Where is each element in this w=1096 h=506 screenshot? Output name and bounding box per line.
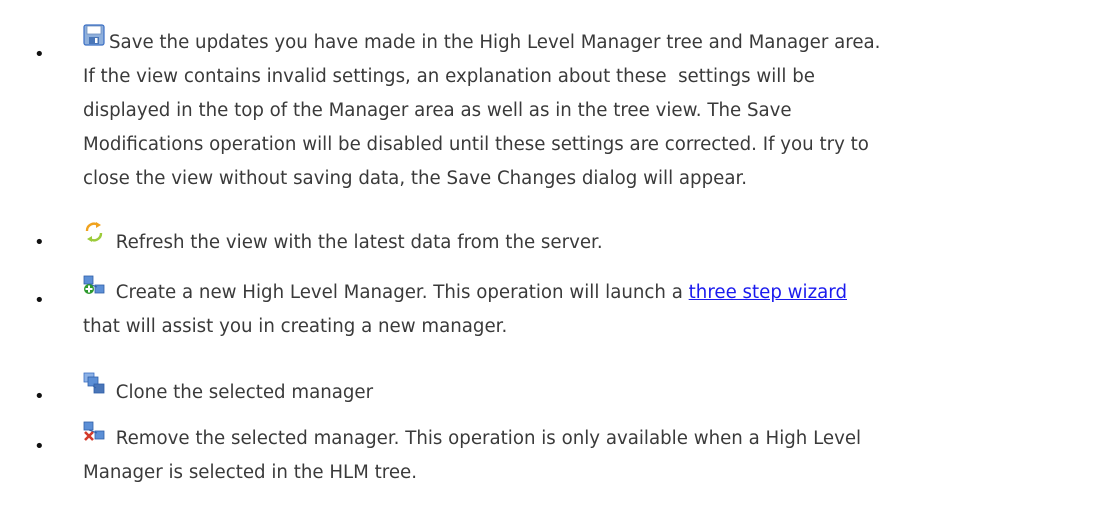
remove-manager-icon: [83, 420, 105, 442]
list-item-save: • Save the updates you have made in the …: [0, 24, 1096, 196]
list-item-remove: • Remove the selected manager. This oper…: [0, 418, 1096, 498]
remove-description-line-2: Manager is selected in the HLM tree.: [83, 462, 418, 483]
list-item-create: • Create a new High Level Manager. This …: [0, 272, 1096, 352]
refresh-description: Refresh the view with the latest data fr…: [115, 232, 603, 253]
save-description-rest: If the view contains invalid settings, a…: [83, 66, 869, 189]
create-description-before: Create a new High Level Manager. This op…: [115, 282, 689, 303]
remove-description-line-1: Remove the selected manager. This operat…: [115, 428, 862, 449]
clone-description: Clone the selected manager: [115, 382, 374, 403]
list-item-refresh: • Refresh the view with the latest data …: [0, 216, 1096, 256]
three-step-wizard-link[interactable]: three step wizard: [689, 282, 847, 303]
create-description-after: that will assist you in creating a new m…: [83, 316, 508, 337]
bullet: •: [34, 436, 45, 457]
bullet: •: [34, 232, 45, 253]
clone-manager-icon: [83, 372, 105, 394]
save-disk-icon: [83, 24, 105, 46]
item-text: Save the updates you have made in the Hi…: [109, 26, 880, 60]
bullet: •: [34, 290, 45, 311]
new-manager-icon: [83, 274, 105, 296]
bullet: •: [34, 386, 45, 407]
save-description-line-1: Save the updates you have made in the Hi…: [109, 32, 881, 53]
refresh-arrows-icon: [83, 220, 105, 244]
bullet: •: [34, 44, 45, 65]
list-item-clone: • Clone the selected manager: [0, 368, 1096, 408]
